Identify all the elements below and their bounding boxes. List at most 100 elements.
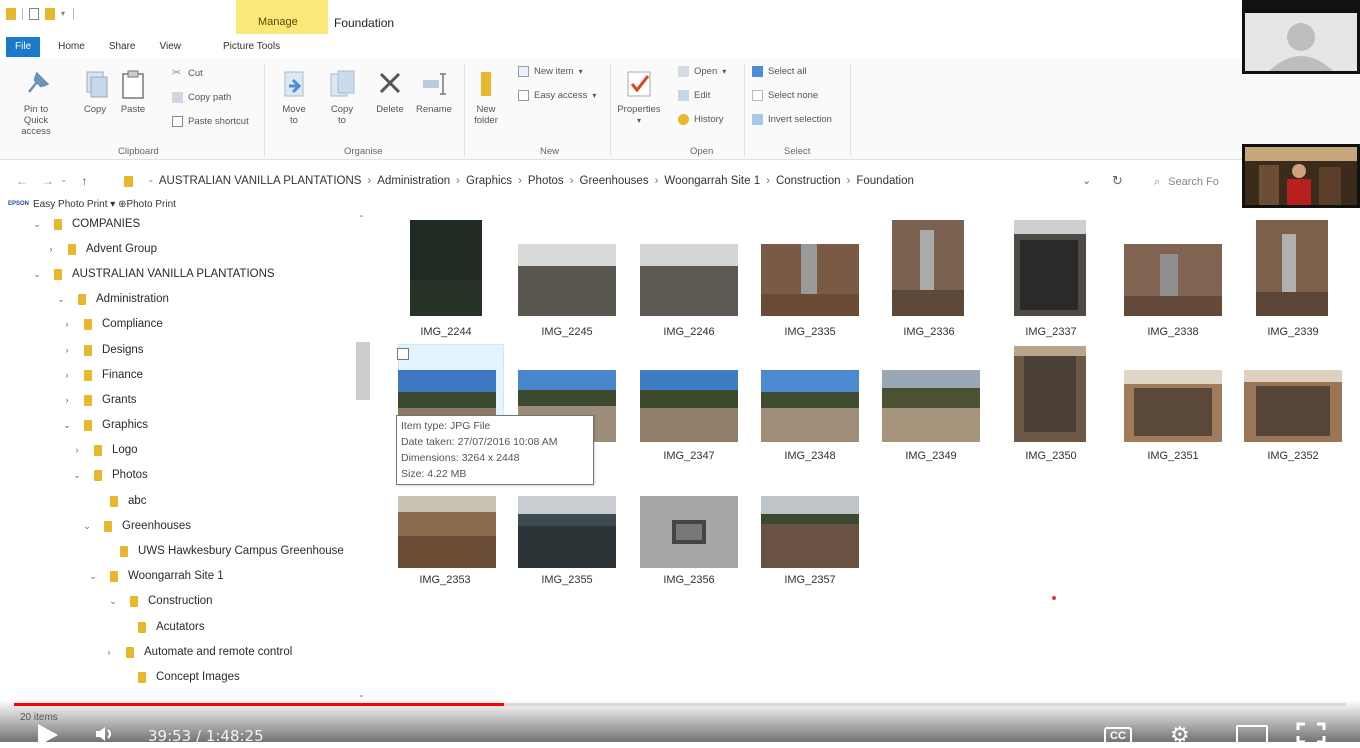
recent-chevron-icon[interactable]: ⌄ [60, 174, 68, 188]
manage-tab-label[interactable]: Manage [258, 16, 298, 28]
file-name[interactable]: IMG_2351 [1118, 450, 1228, 462]
crumb-item[interactable]: Greenhouses [580, 175, 649, 187]
tree-item[interactable]: ⌄ Administration [54, 293, 169, 305]
tab-view[interactable]: View [148, 37, 194, 57]
invert-selection-button[interactable]: Invert selection [752, 114, 832, 125]
tree-item[interactable]: › Designs [60, 344, 144, 356]
file-name[interactable]: IMG_2352 [1238, 450, 1348, 462]
tree-item[interactable]: ⌄ Woongarrah Site 1 [86, 570, 223, 582]
thumbnail-image[interactable] [1014, 346, 1086, 442]
tree-item[interactable]: › Advent Group [44, 243, 157, 255]
chevron-down-icon[interactable]: ⌄ [80, 521, 94, 532]
chevron-right-icon[interactable]: › [102, 647, 116, 657]
file-name[interactable]: IMG_2349 [876, 450, 986, 462]
tree-item[interactable]: › Compliance [60, 318, 163, 330]
chevron-down-icon[interactable]: ▾ [61, 8, 67, 20]
thumbnail-image[interactable] [761, 496, 859, 568]
thumbnail-image[interactable] [1244, 370, 1342, 442]
new-folder-icon[interactable] [45, 8, 55, 20]
thumbnail-image[interactable] [892, 220, 964, 316]
thumbnail-image[interactable] [398, 496, 496, 568]
new-item-button[interactable]: New item ▾ [518, 66, 583, 77]
file-name[interactable]: IMG_2347 [634, 450, 744, 462]
thumbnail-image[interactable] [1256, 220, 1328, 316]
tree-item[interactable]: ⌄ AUSTRALIAN VANILLA PLANTATIONS [30, 268, 274, 280]
properties-icon[interactable] [29, 8, 39, 20]
thumbnail-image[interactable] [640, 496, 738, 568]
chevron-right-icon[interactable]: › [60, 345, 74, 355]
tab-picture-tools[interactable]: Picture Tools [211, 37, 292, 57]
selection-checkbox[interactable] [397, 348, 409, 360]
thumbnail-image[interactable] [640, 370, 738, 442]
volume-icon[interactable] [94, 726, 114, 742]
tree-item[interactable]: UWS Hawkesbury Campus Greenhouse [96, 545, 344, 557]
crumb-item[interactable]: Foundation [856, 175, 914, 187]
forward-arrow-icon[interactable]: → [42, 174, 54, 188]
search-input[interactable]: ⌕ Search Fo [1138, 170, 1248, 194]
navigation-scrollbar[interactable]: ⌃ ⌄ [354, 210, 370, 704]
delete-button[interactable]: Delete [372, 68, 408, 115]
cut-button[interactable]: ✂ Cut [172, 68, 203, 80]
thumbnail-image[interactable] [518, 244, 616, 316]
file-name[interactable]: IMG_2335 [755, 326, 865, 338]
tree-item[interactable]: ⌄ Graphics [60, 419, 148, 431]
file-name[interactable]: IMG_2245 [512, 326, 622, 338]
thumbnail-image[interactable] [1124, 370, 1222, 442]
chevron-down-icon[interactable]: ⌄ [54, 294, 68, 305]
tree-item[interactable]: Concept Images [114, 671, 240, 683]
edit-button[interactable]: Edit [678, 90, 710, 101]
thumbnail-image[interactable] [761, 370, 859, 442]
miniplayer-icon[interactable] [1236, 725, 1268, 745]
chevron-down-icon[interactable]: ⌄ [86, 571, 100, 582]
crumb-item[interactable]: Woongarrah Site 1 [664, 175, 760, 187]
file-name[interactable]: IMG_2348 [755, 450, 865, 462]
chevron-right-icon[interactable]: › [60, 395, 74, 405]
file-name[interactable]: IMG_2244 [391, 326, 501, 338]
scroll-down-icon[interactable]: ⌄ [358, 690, 365, 699]
tree-item[interactable]: › Finance [60, 369, 143, 381]
thumbnail-image[interactable] [640, 244, 738, 316]
copy-to-button[interactable]: Copy to [324, 68, 360, 126]
tree-item[interactable]: › Grants [60, 394, 137, 406]
crumb-item[interactable]: Photos [528, 175, 564, 187]
file-name[interactable]: IMG_2339 [1238, 326, 1348, 338]
file-name[interactable]: IMG_2337 [996, 326, 1106, 338]
pin-to-quick-access-button[interactable]: Pin to Quick access [10, 68, 62, 137]
select-all-button[interactable]: Select all [752, 66, 807, 77]
scrollbar-thumb[interactable] [356, 342, 370, 400]
captions-icon[interactable]: CC [1104, 727, 1132, 745]
paste-button[interactable]: Paste [116, 68, 150, 115]
tree-item[interactable]: › Logo [70, 444, 138, 456]
address-dropdown-icon[interactable]: ⌄ [1082, 174, 1091, 187]
tree-item[interactable]: ⌄ Greenhouses [80, 520, 191, 532]
crumb-item[interactable]: Graphics [466, 175, 512, 187]
tree-item[interactable]: Acutators [114, 621, 205, 633]
open-button[interactable]: Open ▾ [678, 66, 726, 77]
file-name[interactable]: IMG_2356 [634, 574, 744, 586]
new-folder-button[interactable]: New folder [466, 68, 506, 126]
tree-item[interactable]: › Automate and remote control [102, 646, 293, 658]
thumbnail-image[interactable] [882, 370, 980, 442]
back-arrow-icon[interactable]: ← [16, 174, 28, 188]
crumb-item[interactable]: AUSTRALIAN VANILLA PLANTATIONS [159, 175, 362, 187]
easy-access-button[interactable]: Easy access ▾ [518, 90, 596, 101]
crumb-item[interactable]: Administration [377, 175, 450, 187]
thumbnail-image[interactable] [1124, 244, 1222, 316]
chevron-right-icon[interactable]: › [70, 445, 84, 455]
file-name[interactable]: IMG_2357 [755, 574, 865, 586]
history-button[interactable]: History [678, 114, 724, 125]
tree-item[interactable]: abc [86, 495, 147, 507]
copy-path-button[interactable]: Copy path [172, 92, 231, 103]
thumbnail-image[interactable] [1014, 220, 1086, 316]
file-name[interactable]: IMG_2355 [512, 574, 622, 586]
folder-icon[interactable] [6, 8, 16, 20]
scroll-up-icon[interactable]: ⌃ [358, 214, 365, 223]
file-name[interactable]: IMG_2353 [390, 574, 500, 586]
thumbnail-image[interactable] [410, 220, 482, 316]
properties-button[interactable]: Properties ▾ [617, 68, 661, 126]
tree-item[interactable]: ⌄ COMPANIES [30, 218, 140, 230]
chevron-right-icon[interactable]: › [44, 244, 58, 254]
move-to-button[interactable]: Move to [276, 68, 312, 126]
easy-photo-print-link[interactable]: Easy Photo Print ▾ ⊕Photo Print [33, 199, 176, 209]
chevron-down-icon[interactable]: ⌄ [70, 470, 84, 481]
